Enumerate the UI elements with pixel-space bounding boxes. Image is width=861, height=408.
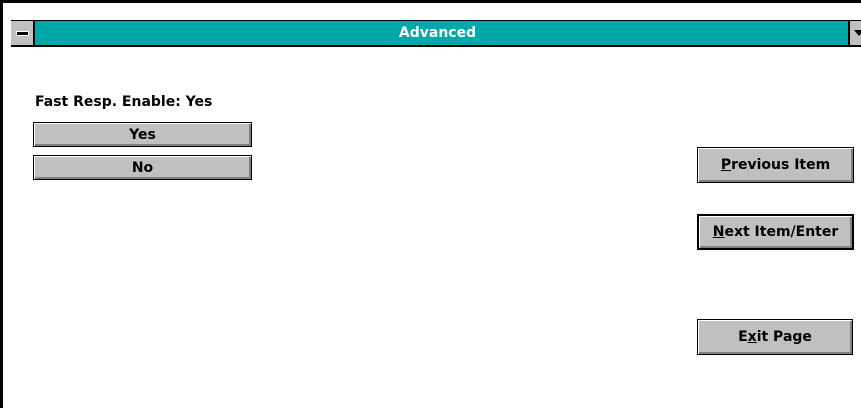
chevron-down-icon xyxy=(854,30,861,36)
window-title: Advanced xyxy=(398,25,477,41)
next-item-label: ext Item/Enter xyxy=(724,224,839,240)
next-item-enter-button[interactable]: Next Item/Enter xyxy=(697,214,854,250)
minimize-button[interactable] xyxy=(848,21,861,45)
exit-page-accel: x xyxy=(747,329,757,345)
previous-item-button[interactable]: Previous Item xyxy=(697,147,854,183)
exit-page-label: it Page xyxy=(756,329,812,345)
title-bar[interactable]: Advanced xyxy=(11,20,861,47)
next-item-accel: N xyxy=(712,224,725,240)
exit-page-prefix: E xyxy=(738,329,748,345)
advanced-window: Advanced Fast Resp. Enable: Yes Yes No P… xyxy=(0,0,861,408)
yes-button[interactable]: Yes xyxy=(33,122,252,147)
previous-item-label: revious Item xyxy=(731,157,831,173)
setting-status-label: Fast Resp. Enable: Yes xyxy=(35,94,213,110)
exit-page-button[interactable]: Ex it Page xyxy=(697,319,853,355)
no-button[interactable]: No xyxy=(33,155,252,180)
previous-item-accel: P xyxy=(720,157,732,173)
